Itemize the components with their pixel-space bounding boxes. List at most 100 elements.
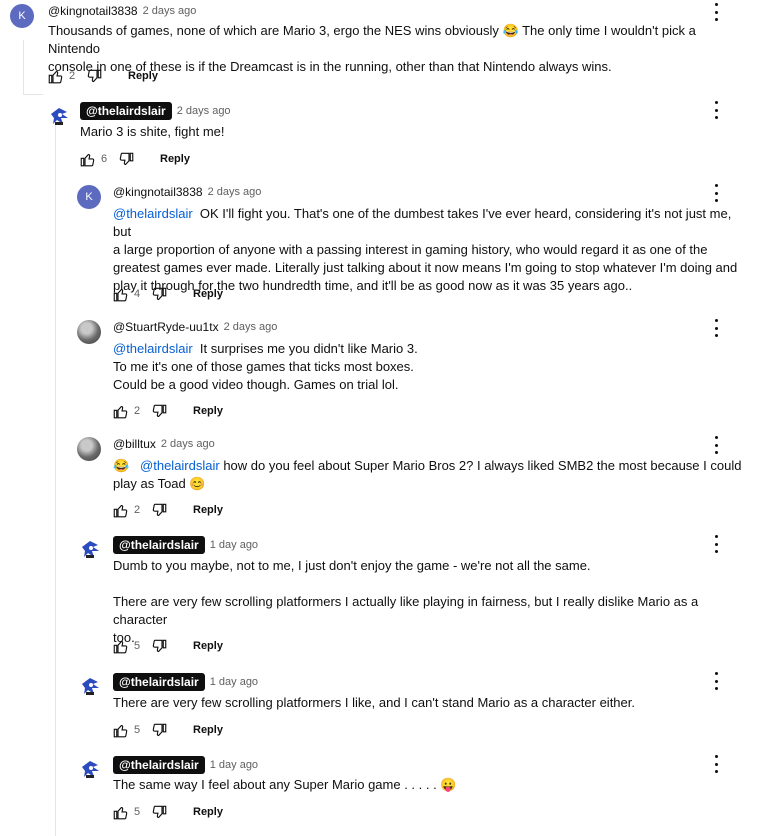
more-options-icon[interactable]: [712, 672, 720, 690]
like-count: 5: [134, 640, 141, 652]
comment-actions: 2 Reply: [113, 402, 223, 420]
more-options-icon[interactable]: [712, 184, 720, 202]
author-handle[interactable]: @thelairdslair: [113, 673, 205, 691]
dislike-icon[interactable]: [119, 152, 134, 167]
author-handle[interactable]: @kingnotail3838: [48, 4, 138, 18]
dislike-icon[interactable]: [152, 639, 167, 654]
like-icon[interactable]: [113, 404, 128, 419]
comment-header: @kingnotail3838 2 days ago: [113, 185, 261, 199]
comment-line: @thelairdslair It surprises me you didn'…: [113, 341, 418, 356]
comment-actions: 5 Reply: [113, 637, 223, 655]
comment-text: 😂 @thelairdslair how do you feel about S…: [113, 457, 743, 493]
author-handle[interactable]: @thelairdslair: [80, 102, 172, 120]
comment-line: a large proportion of anyone with a pass…: [113, 242, 708, 257]
dislike-icon[interactable]: [152, 723, 167, 738]
reply-button[interactable]: Reply: [193, 405, 223, 417]
more-options-icon[interactable]: [712, 3, 720, 21]
more-options-icon[interactable]: [712, 755, 720, 773]
author-handle[interactable]: @billtux: [113, 437, 156, 451]
dislike-icon[interactable]: [152, 805, 167, 820]
reply-button[interactable]: Reply: [193, 806, 223, 818]
comment-header: @thelairdslair 1 day ago: [113, 536, 258, 554]
comment-actions: 2 Reply: [48, 67, 158, 85]
avatar[interactable]: K: [77, 185, 101, 209]
comment-header: @thelairdslair 1 day ago: [113, 756, 258, 774]
timestamp[interactable]: 1 day ago: [210, 676, 258, 688]
avatar[interactable]: [78, 757, 102, 781]
author-handle[interactable]: @thelairdslair: [113, 536, 205, 554]
timestamp[interactable]: 2 days ago: [143, 5, 197, 17]
avatar[interactable]: [78, 537, 102, 561]
avatar[interactable]: K: [10, 4, 34, 28]
comment-actions: 5 Reply: [113, 721, 223, 739]
more-options-icon[interactable]: [712, 101, 720, 119]
comment-line: @thelairdslair OK I'll fight you. That's…: [113, 206, 732, 239]
timestamp[interactable]: 1 day ago: [210, 539, 258, 551]
reply-button[interactable]: Reply: [128, 70, 158, 82]
avatar[interactable]: [47, 104, 71, 128]
comment-header: @kingnotail3838 2 days ago: [48, 4, 196, 18]
comment-line: There are very few scrolling platformers…: [113, 695, 635, 710]
like-count: 4: [134, 288, 141, 300]
comment-text: There are very few scrolling platformers…: [113, 694, 743, 712]
like-icon[interactable]: [113, 805, 128, 820]
like-count: 6: [101, 153, 108, 165]
reply-button[interactable]: Reply: [160, 153, 190, 165]
comment-line: greatest games ever made. Literally just…: [113, 260, 738, 275]
comment-line: Could be a good video though. Games on t…: [113, 377, 399, 392]
comment-text: The same way I feel about any Super Mari…: [113, 776, 743, 794]
more-options-icon[interactable]: [712, 535, 720, 553]
dislike-icon[interactable]: [152, 287, 167, 302]
comment-line: Mario 3 is shite, fight me!: [80, 124, 225, 139]
comment-actions: 5 Reply: [113, 803, 223, 821]
comment-text: @thelairdslair It surprises me you didn'…: [113, 340, 743, 394]
like-icon[interactable]: [113, 723, 128, 738]
like-icon[interactable]: [113, 503, 128, 518]
thread-line: [23, 40, 24, 94]
more-options-icon[interactable]: [712, 319, 720, 337]
comment-actions: 2 Reply: [113, 501, 223, 519]
mention-link[interactable]: @thelairdslair: [140, 458, 220, 473]
comment-line: To me it's one of those games that ticks…: [113, 359, 414, 374]
author-handle[interactable]: @StuartRyde-uu1tx: [113, 320, 219, 334]
reply-button[interactable]: Reply: [193, 724, 223, 736]
dislike-icon[interactable]: [87, 69, 102, 84]
thread-line: [55, 125, 56, 836]
like-icon[interactable]: [80, 152, 95, 167]
avatar[interactable]: [77, 437, 101, 461]
comment-header: @thelairdslair 1 day ago: [113, 673, 258, 691]
like-icon[interactable]: [113, 639, 128, 654]
like-count: 5: [134, 806, 141, 818]
comment-line: Thousands of games, none of which are Ma…: [48, 23, 696, 56]
comment-line: Dumb to you maybe, not to me, I just don…: [113, 558, 591, 573]
comment-line: There are very few scrolling platformers…: [113, 594, 699, 627]
mention-link[interactable]: @thelairdslair: [113, 341, 193, 356]
avatar[interactable]: [77, 320, 101, 344]
comment-header: @StuartRyde-uu1tx 2 days ago: [113, 320, 277, 334]
timestamp[interactable]: 2 days ago: [161, 438, 215, 450]
mention-link[interactable]: @thelairdslair: [113, 206, 193, 221]
comment-line: [113, 575, 743, 593]
timestamp[interactable]: 2 days ago: [177, 105, 231, 117]
comment-actions: 6 Reply: [80, 150, 190, 168]
reply-button[interactable]: Reply: [193, 640, 223, 652]
reply-button[interactable]: Reply: [193, 288, 223, 300]
timestamp[interactable]: 1 day ago: [210, 759, 258, 771]
avatar[interactable]: [78, 674, 102, 698]
author-handle[interactable]: @thelairdslair: [113, 756, 205, 774]
comment-header: @billtux 2 days ago: [113, 437, 215, 451]
dislike-icon[interactable]: [152, 503, 167, 518]
reply-button[interactable]: Reply: [193, 504, 223, 516]
timestamp[interactable]: 2 days ago: [224, 321, 278, 333]
like-count: 2: [69, 70, 76, 82]
timestamp[interactable]: 2 days ago: [208, 186, 262, 198]
like-icon[interactable]: [48, 69, 63, 84]
more-options-icon[interactable]: [712, 436, 720, 454]
dislike-icon[interactable]: [152, 404, 167, 419]
author-handle[interactable]: @kingnotail3838: [113, 185, 203, 199]
like-count: 2: [134, 405, 141, 417]
comment-line: play as Toad 😊: [113, 476, 206, 491]
comment-text: @thelairdslair OK I'll fight you. That's…: [113, 205, 743, 295]
like-icon[interactable]: [113, 287, 128, 302]
like-count: 2: [134, 504, 141, 516]
